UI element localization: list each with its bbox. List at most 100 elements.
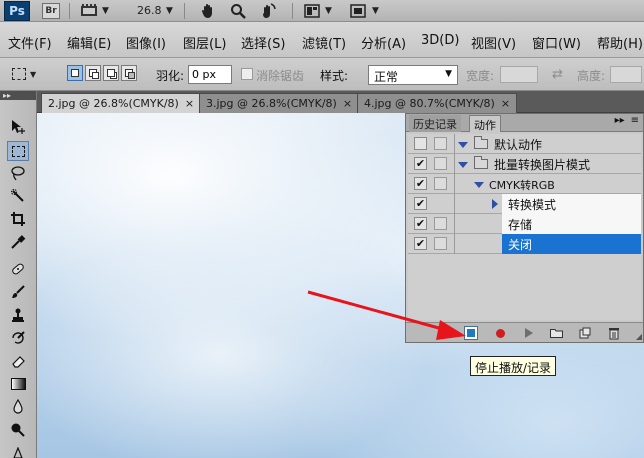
document-tab[interactable]: 3.jpg @ 26.8%(CMYK/8) ×	[199, 93, 360, 113]
toggle-item-checkbox[interactable]	[414, 137, 427, 150]
swap-icon[interactable]: ⇄	[552, 67, 563, 82]
new-selection-button[interactable]	[67, 65, 83, 81]
menu-help[interactable]: 帮助(H)	[597, 33, 643, 52]
film-icon[interactable]	[78, 2, 100, 20]
eyedropper-tool-icon[interactable]	[7, 232, 29, 252]
menu-view[interactable]: 视图(V)	[471, 33, 516, 52]
width-input[interactable]	[500, 66, 538, 83]
arrange-documents-icon[interactable]	[302, 2, 322, 20]
collapse-panel-icon[interactable]: ▸▸	[615, 115, 625, 126]
zoom-level[interactable]: 26.8	[137, 4, 162, 17]
new-action-button[interactable]	[578, 326, 592, 340]
toggle-item-checkbox[interactable]: ✔	[414, 197, 427, 210]
chevron-down-icon[interactable]: ▼	[372, 2, 379, 20]
feather-input[interactable]	[188, 65, 232, 84]
quick-selection-tool-icon[interactable]	[7, 186, 29, 206]
close-icon[interactable]: ×	[501, 97, 510, 110]
tool-preset-picker[interactable]: ▼	[12, 64, 42, 84]
close-icon[interactable]: ×	[343, 97, 352, 110]
toggle-item-checkbox[interactable]: ✔	[414, 157, 427, 170]
menu-window[interactable]: 窗口(W)	[532, 33, 581, 52]
toggle-dialog-checkbox[interactable]	[434, 137, 447, 150]
play-button[interactable]	[522, 326, 536, 340]
menu-image[interactable]: 图像(I)	[126, 33, 166, 52]
screen-mode-icon[interactable]	[348, 2, 368, 20]
tab-history[interactable]: 历史记录	[409, 115, 461, 132]
chevron-down-icon[interactable]: ▼	[102, 2, 109, 20]
toggle-dialog-checkbox[interactable]	[434, 217, 447, 230]
close-icon[interactable]: ×	[185, 97, 194, 110]
actions-list: 默认动作 ✔ 批量转换图片模式 ✔ CMYK转RGB ✔ 转换模式 ✔ 存储 ✔…	[408, 134, 641, 320]
panel-menu-icon[interactable]: ≡	[631, 115, 639, 126]
document-tab-bar: 2.jpg @ 26.8%(CMYK/8) × 3.jpg @ 26.8%(CMY…	[37, 91, 644, 113]
record-button[interactable]	[493, 326, 507, 340]
document-tab[interactable]: 4.jpg @ 80.7%(CMYK/8) ×	[357, 93, 518, 113]
rotate-view-icon[interactable]	[258, 2, 278, 20]
rectangular-marquee-tool-icon[interactable]	[7, 141, 29, 161]
hand-icon[interactable]	[198, 2, 218, 20]
action-set-row[interactable]: ✔ 批量转换图片模式	[408, 154, 641, 174]
dodge-tool-icon[interactable]	[7, 420, 29, 440]
menu-file[interactable]: 文件(F)	[8, 33, 52, 52]
healing-brush-tool-icon[interactable]	[7, 259, 29, 279]
history-brush-tool-icon[interactable]	[7, 328, 29, 348]
tools-panel-header[interactable]: ▸▸	[0, 91, 36, 100]
delete-button[interactable]	[607, 326, 621, 340]
eraser-tool-icon[interactable]	[7, 351, 29, 371]
folder-icon	[474, 156, 488, 169]
antialias-checkbox[interactable]	[241, 68, 253, 80]
clone-stamp-tool-icon[interactable]	[7, 305, 29, 325]
toggle-dialog-checkbox[interactable]	[434, 177, 447, 190]
blur-tool-icon[interactable]	[7, 397, 29, 417]
action-set-row[interactable]: 默认动作	[408, 134, 641, 154]
chevron-down-icon[interactable]: ▼	[325, 2, 332, 20]
menu-edit[interactable]: 编辑(E)	[67, 33, 111, 52]
menu-layer[interactable]: 图层(L)	[183, 33, 226, 52]
toggle-item-checkbox[interactable]: ✔	[414, 237, 427, 250]
lasso-tool-icon[interactable]	[7, 163, 29, 183]
chevron-down-icon[interactable]: ▼	[166, 2, 173, 20]
menu-analysis[interactable]: 分析(A)	[361, 33, 406, 52]
record-icon	[495, 328, 505, 338]
expand-triangle-icon[interactable]	[474, 182, 484, 188]
resize-grip-icon[interactable]: ◢	[636, 332, 642, 341]
brush-tool-icon[interactable]	[7, 282, 29, 302]
toggle-item-checkbox[interactable]: ✔	[414, 177, 427, 190]
menu-3d[interactable]: 3D(D)	[421, 33, 459, 48]
toggle-item-checkbox[interactable]: ✔	[414, 217, 427, 230]
subtract-from-selection-button[interactable]	[103, 65, 119, 81]
stop-icon	[467, 329, 475, 337]
tab-actions[interactable]: 动作	[469, 115, 501, 132]
folder-icon	[549, 329, 563, 338]
expand-triangle-icon[interactable]	[458, 142, 468, 148]
toggle-dialog-checkbox[interactable]	[434, 237, 447, 250]
action-step-row[interactable]: ✔ 转换模式	[408, 194, 641, 214]
height-input[interactable]	[610, 66, 642, 83]
style-select[interactable]: 正常 ▼	[368, 65, 458, 85]
action-step-row-selected[interactable]: ✔ 关闭	[408, 234, 641, 254]
stop-playing-recording-button[interactable]	[464, 326, 478, 340]
separator	[454, 214, 455, 234]
toggle-dialog-checkbox[interactable]	[434, 157, 447, 170]
action-step-row[interactable]: ✔ 存储	[408, 214, 641, 234]
application-bar: Ps Br ▼ 26.8 ▼ ▼ ▼	[0, 0, 644, 22]
bridge-launch-button[interactable]: Br	[42, 3, 60, 19]
tab-label: 4.jpg @ 80.7%(CMYK/8)	[364, 97, 495, 110]
action-row[interactable]: ✔ CMYK转RGB	[408, 174, 641, 194]
expand-triangle-icon[interactable]	[492, 199, 498, 209]
pen-tool-icon[interactable]	[7, 443, 29, 458]
expand-triangle-icon[interactable]	[458, 162, 468, 168]
feather-label: 羽化:	[156, 69, 185, 83]
intersect-selection-button[interactable]	[121, 65, 137, 81]
menu-select[interactable]: 选择(S)	[241, 33, 285, 52]
new-set-button[interactable]	[549, 326, 563, 340]
menu-filter[interactable]: 滤镜(T)	[302, 33, 346, 52]
crop-tool-icon[interactable]	[7, 209, 29, 229]
separator	[454, 194, 455, 214]
zoom-icon[interactable]	[228, 2, 248, 20]
document-tab[interactable]: 2.jpg @ 26.8%(CMYK/8) ×	[41, 93, 202, 113]
move-tool-icon[interactable]	[7, 117, 29, 137]
gradient-tool-icon[interactable]	[7, 374, 29, 394]
photoshop-logo: Ps	[4, 1, 30, 21]
add-to-selection-button[interactable]	[85, 65, 101, 81]
